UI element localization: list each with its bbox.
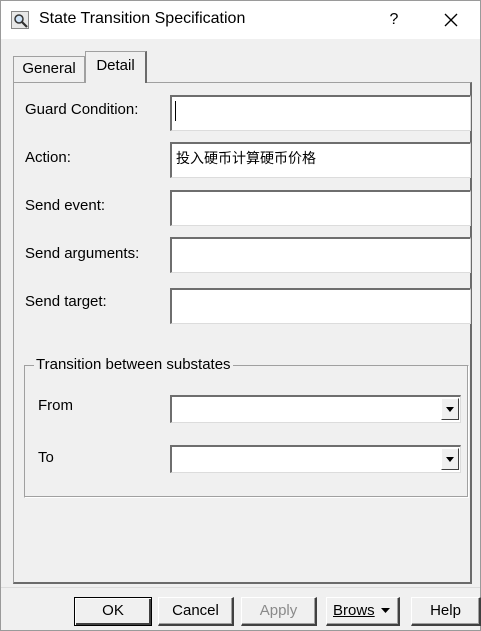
from-select[interactable]: [170, 395, 461, 423]
send-arguments-input[interactable]: [170, 237, 471, 273]
send-event-label: Send event:: [25, 197, 106, 214]
action-label: Action:: [25, 149, 71, 166]
browse-label: Brows: [333, 602, 375, 619]
dropdown-arrow-icon: [446, 407, 454, 412]
ok-button[interactable]: OK: [74, 597, 152, 626]
cancel-button[interactable]: Cancel: [158, 597, 234, 626]
browse-button[interactable]: Brows: [326, 597, 400, 626]
to-select[interactable]: [170, 445, 461, 473]
action-value: 投入硬币计算硬币价格: [176, 151, 316, 167]
magnifier-icon: [11, 11, 29, 29]
send-event-input[interactable]: [170, 190, 471, 226]
text-caret: [175, 101, 176, 121]
guard-condition-label: Guard Condition:: [25, 101, 139, 118]
from-dropdown-button[interactable]: [441, 398, 459, 420]
help-title-button[interactable]: ?: [379, 5, 409, 35]
to-label: To: [38, 449, 54, 466]
guard-condition-input[interactable]: [170, 95, 471, 131]
action-input[interactable]: 投入硬币计算硬币价格: [170, 142, 471, 178]
tab-join: [86, 81, 145, 84]
send-target-label: Send target:: [25, 293, 107, 310]
title-bar[interactable]: State Transition Specification ?: [1, 1, 480, 39]
close-icon: [444, 13, 458, 27]
tab-detail[interactable]: Detail: [85, 51, 147, 83]
dropdown-arrow-icon: [446, 457, 454, 462]
dropdown-arrow-icon: [381, 608, 390, 613]
send-target-input[interactable]: [170, 288, 471, 324]
button-bar-separator: [1, 587, 480, 588]
dialog-window: State Transition Specification ? General…: [0, 0, 481, 631]
apply-button[interactable]: Apply: [241, 597, 317, 626]
help-button[interactable]: Help: [411, 597, 481, 626]
window-title: State Transition Specification: [39, 10, 246, 27]
close-button[interactable]: [434, 5, 468, 35]
substates-groupbox: [24, 365, 469, 498]
substates-group-label: Transition between substates: [34, 356, 233, 373]
to-dropdown-button[interactable]: [441, 448, 459, 470]
tab-general[interactable]: General: [13, 56, 85, 82]
from-label: From: [38, 397, 73, 414]
send-arguments-label: Send arguments:: [25, 245, 140, 262]
